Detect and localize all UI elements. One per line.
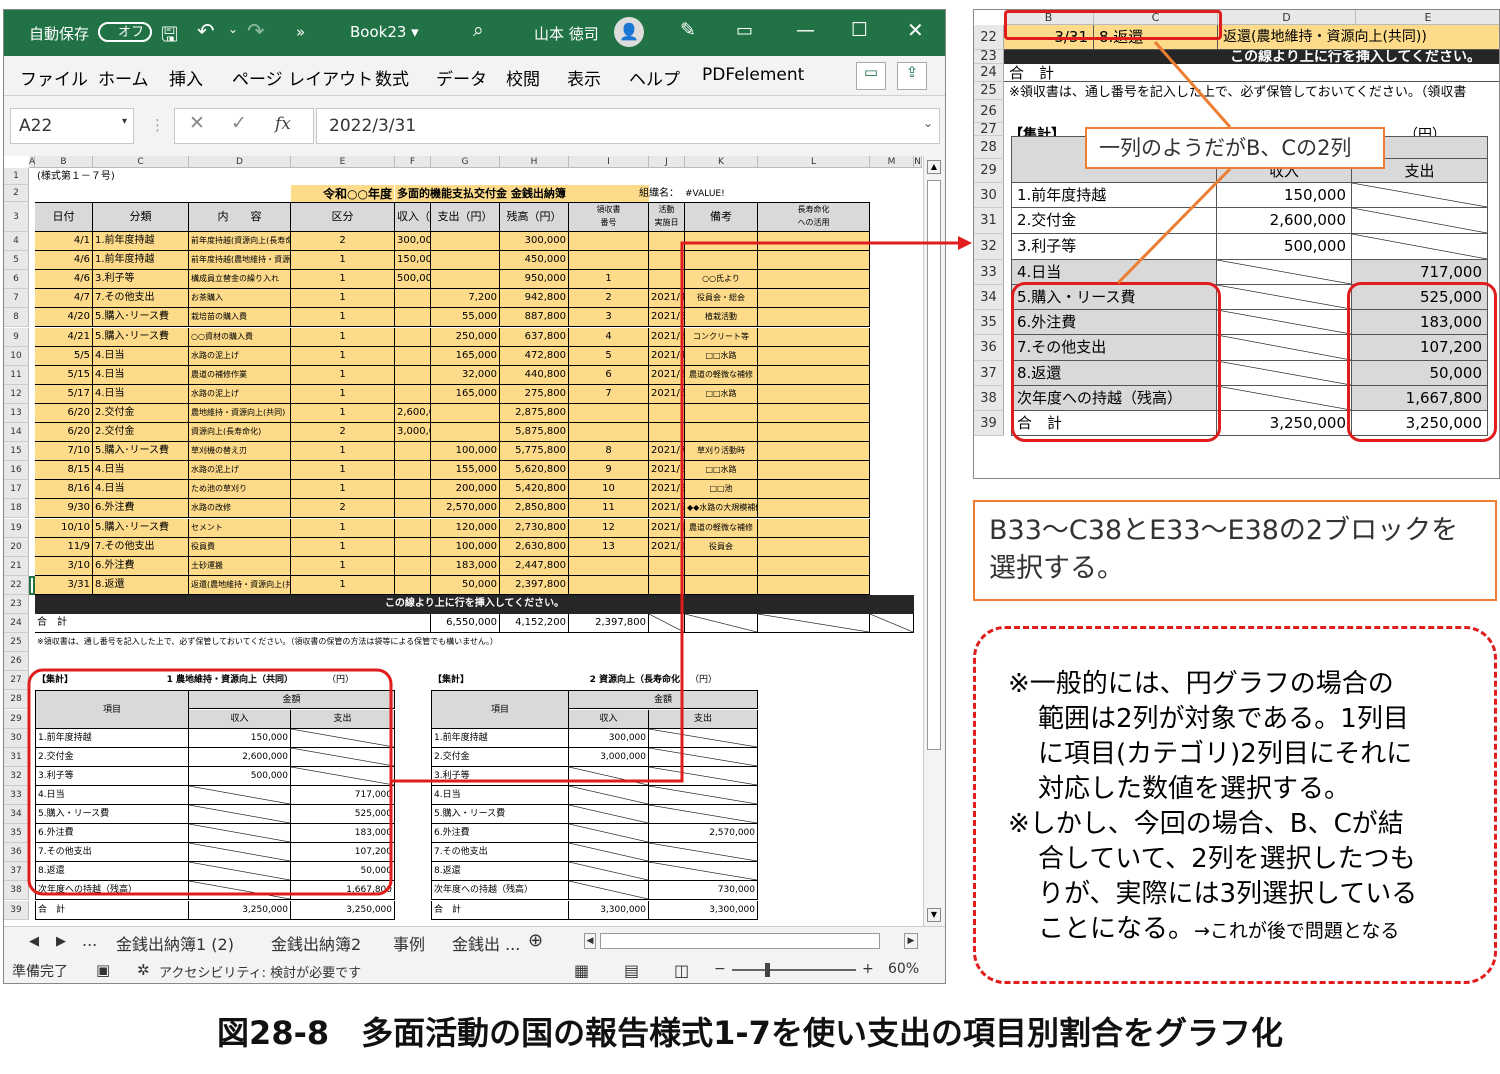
annotation-overlay bbox=[27, 41, 1232, 896]
callout-line-top bbox=[1153, 41, 1232, 128]
figure-caption: 図28-8 多面活動の国の報告様式1-7を使い支出の項目別割合をグラフ化 bbox=[217, 1014, 1283, 1052]
callout-line-bottom bbox=[1116, 167, 1232, 285]
connector-line bbox=[391, 241, 960, 783]
highlight-summary-table bbox=[27, 668, 393, 896]
connector-arrow-icon bbox=[958, 236, 972, 250]
